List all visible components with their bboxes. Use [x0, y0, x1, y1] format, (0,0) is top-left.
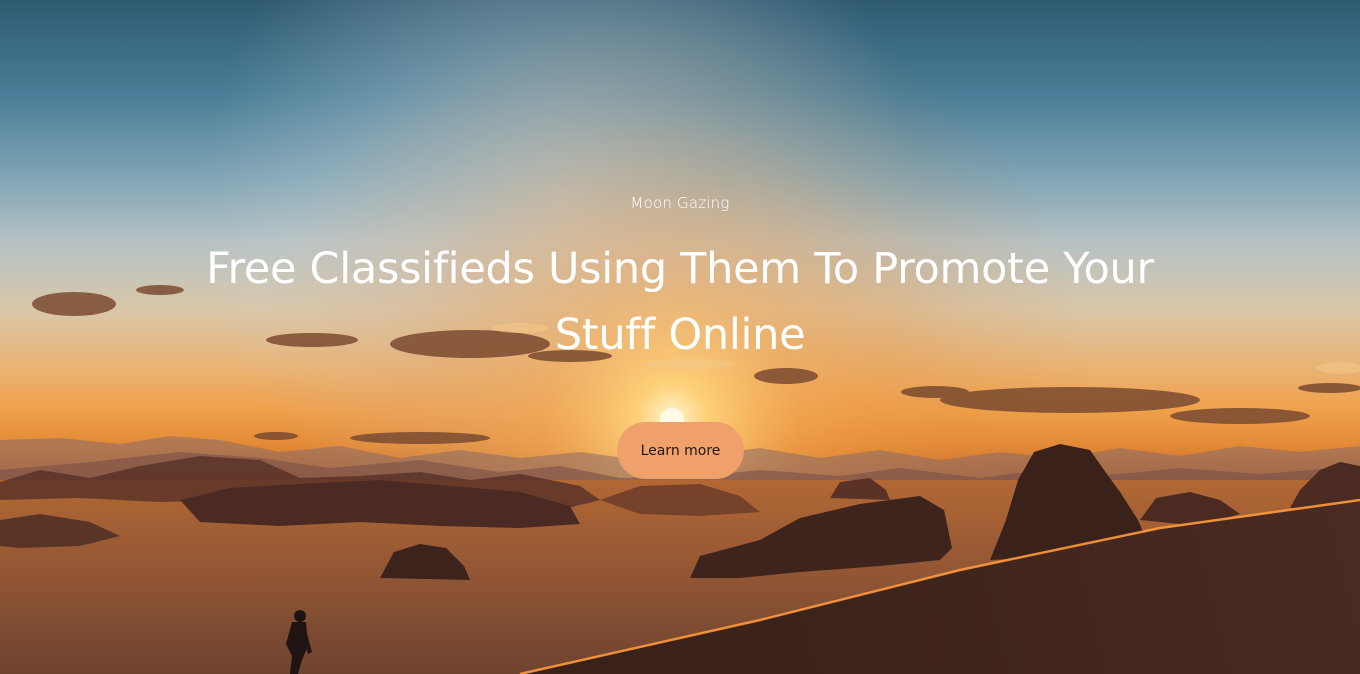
hero-eyebrow: Moon Gazing — [630, 194, 730, 212]
learn-more-button[interactable]: Learn more — [617, 422, 744, 479]
hero-section: Moon Gazing Free Classifieds Using Them … — [0, 0, 1360, 674]
hero-content: Moon Gazing Free Classifieds Using Them … — [0, 0, 1360, 674]
hero-headline: Free Classifieds Using Them To Promote Y… — [206, 244, 1154, 360]
